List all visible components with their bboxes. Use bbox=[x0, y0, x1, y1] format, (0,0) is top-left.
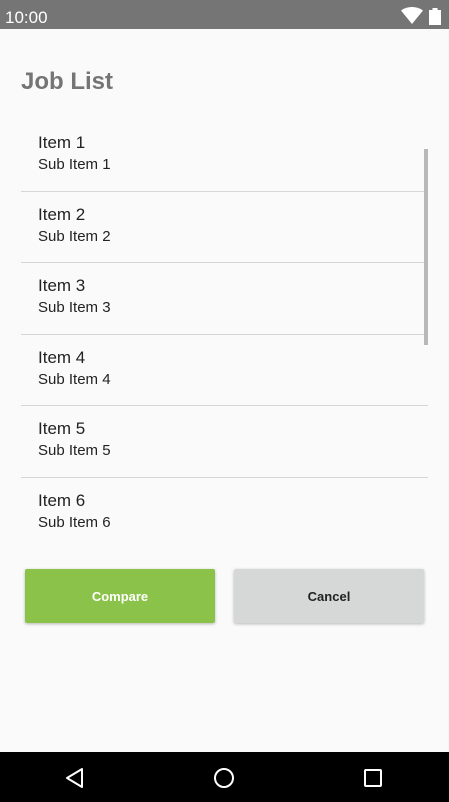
list-item-subtitle: Sub Item 5 bbox=[38, 442, 111, 460]
list-item[interactable]: Item 4 Sub Item 4 bbox=[21, 335, 428, 407]
list-item-title: Item 1 bbox=[38, 133, 86, 152]
list-item-subtitle: Sub Item 6 bbox=[38, 513, 111, 531]
list-item-subtitle: Sub Item 2 bbox=[38, 227, 111, 245]
list-item[interactable]: Item 1 Sub Item 1 bbox=[21, 120, 428, 192]
list-scrollbar[interactable] bbox=[424, 149, 428, 345]
list-item[interactable]: Item 5 Sub Item 5 bbox=[21, 406, 428, 478]
list-item-subtitle: Sub Item 3 bbox=[38, 299, 111, 317]
wifi-icon bbox=[401, 7, 423, 24]
list-item-subtitle: Sub Item 4 bbox=[38, 370, 111, 388]
main-content: Job List Item 1 Sub Item 1 Item 2 Sub It… bbox=[0, 29, 449, 752]
compare-button[interactable]: Compare bbox=[25, 569, 215, 623]
list-item-title: Item 2 bbox=[38, 204, 86, 224]
list-item-title: Item 4 bbox=[38, 347, 86, 367]
list-item[interactable]: Item 2 Sub Item 2 bbox=[21, 192, 428, 264]
home-icon[interactable] bbox=[213, 767, 235, 789]
navigation-bar bbox=[0, 752, 449, 802]
page-title: Job List bbox=[21, 68, 114, 95]
list-item[interactable]: Item 6 Sub Item 6 bbox=[21, 478, 428, 547]
job-list[interactable]: Item 1 Sub Item 1 Item 2 Sub Item 2 Item… bbox=[21, 120, 428, 547]
list-item-title: Item 6 bbox=[38, 490, 86, 510]
back-icon[interactable] bbox=[64, 767, 86, 789]
cancel-button[interactable]: Cancel bbox=[234, 569, 424, 623]
status-bar: 10:00 bbox=[0, 0, 449, 29]
battery-icon bbox=[429, 8, 441, 25]
list-item-title: Item 5 bbox=[38, 419, 86, 439]
status-time: 10:00 bbox=[5, 8, 48, 27]
recents-icon[interactable] bbox=[362, 767, 384, 789]
list-item-title: Item 3 bbox=[38, 276, 86, 296]
list-item-subtitle: Sub Item 1 bbox=[38, 156, 111, 173]
list-item[interactable]: Item 3 Sub Item 3 bbox=[21, 263, 428, 335]
